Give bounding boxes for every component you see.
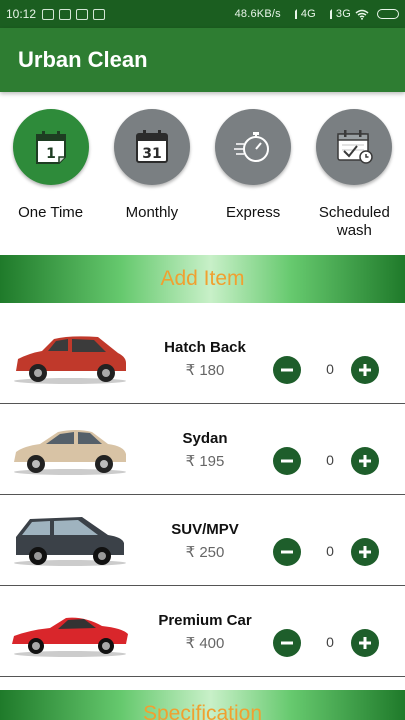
suv-car-icon (14, 517, 126, 566)
notification-icon (93, 8, 106, 20)
increase-button[interactable] (351, 629, 379, 657)
plus-icon (359, 455, 371, 467)
item-info: Sydan ₹ 195 (150, 430, 260, 470)
stopwatch-icon (234, 132, 270, 162)
minus-icon (281, 641, 293, 645)
specification-title: Specification (142, 702, 263, 720)
network-speed: 48.6KB/s (234, 8, 281, 20)
item-premium-car: Premium Car ₹ 400 0 (0, 586, 405, 677)
plan-monthly-button[interactable]: 31 (113, 109, 190, 185)
calendar-31-icon: 31 (135, 130, 168, 163)
item-price: ₹ 250 (185, 544, 225, 561)
notification-icon (76, 8, 89, 20)
minus-icon (281, 459, 293, 463)
item-hatch-back: Hatch Back ₹ 180 0 (0, 313, 405, 404)
item-name: Hatch Back (164, 339, 246, 356)
plus-icon (359, 637, 371, 649)
plan-one-time[interactable]: 1 One Time (0, 92, 101, 255)
signal-icon (320, 9, 332, 19)
plan-selector: 1 One Time 31 Monthly Express Scheduled … (0, 92, 405, 255)
signal-icon (285, 9, 297, 19)
add-item-header: Add Item (0, 255, 405, 303)
calendar-1-icon: 1 (35, 131, 66, 164)
wifi-icon (355, 9, 369, 20)
plan-one-time-button[interactable]: 1 (12, 109, 89, 185)
status-time: 10:12 (6, 7, 37, 21)
plus-icon (359, 364, 371, 376)
network-type-1: 4G (300, 8, 316, 20)
item-quantity: 0 (326, 634, 334, 650)
decrease-button[interactable] (273, 629, 301, 657)
plan-monthly-day: 31 (142, 146, 161, 162)
item-quantity: 0 (326, 543, 334, 559)
hatchback-car-icon (14, 336, 126, 384)
item-suv-mpv: SUV/MPV ₹ 250 0 (0, 495, 405, 586)
plan-monthly[interactable]: 31 Monthly (101, 92, 202, 255)
network-status: 48.6KB/s 4G 3G (235, 8, 399, 20)
sports-car-icon (12, 617, 128, 657)
item-name: SUV/MPV (171, 521, 239, 538)
minus-icon (281, 368, 293, 372)
plus-icon (359, 546, 371, 558)
increase-button[interactable] (351, 447, 379, 475)
item-info: Hatch Back ₹ 180 (150, 339, 260, 379)
app-bar: Urban Clean (0, 28, 405, 92)
item-name: Sydan (182, 430, 228, 447)
notification-icon (42, 8, 55, 20)
status-bar: 10:12 48.6KB/s 4G 3G (0, 0, 405, 28)
increase-button[interactable] (351, 538, 379, 566)
item-quantity: 0 (326, 361, 334, 377)
calendar-check-icon (337, 130, 374, 164)
battery-icon (377, 9, 399, 19)
notification-icon (59, 8, 72, 20)
plan-one-time-day: 1 (46, 146, 56, 162)
plan-express-button[interactable] (215, 109, 292, 185)
plan-one-time-label: One Time (18, 204, 84, 221)
sedan-car-icon (14, 430, 126, 475)
item-price: ₹ 180 (185, 362, 225, 379)
specification-header: Specification (0, 690, 405, 720)
decrease-button[interactable] (273, 447, 301, 475)
plan-monthly-label: Monthly (125, 204, 179, 221)
decrease-button[interactable] (273, 538, 301, 566)
network-type-2: 3G (335, 8, 351, 20)
plan-scheduled-wash-label: Scheduled wash (318, 204, 390, 239)
item-name: Premium Car (158, 612, 252, 629)
item-price: ₹ 195 (185, 453, 225, 470)
plan-scheduled-wash[interactable]: Scheduled wash (304, 92, 405, 255)
minus-icon (281, 550, 293, 554)
increase-button[interactable] (351, 356, 379, 384)
add-item-title: Add Item (160, 267, 245, 290)
plan-express-label: Express (226, 204, 281, 221)
notification-icons (42, 8, 106, 20)
item-price: ₹ 400 (185, 635, 225, 652)
app-title: Urban Clean (18, 47, 148, 72)
item-info: SUV/MPV ₹ 250 (150, 521, 260, 561)
plan-scheduled-wash-button[interactable] (316, 109, 393, 185)
item-sydan: Sydan ₹ 195 0 (0, 404, 405, 495)
item-info: Premium Car ₹ 400 (150, 612, 260, 652)
plan-express[interactable]: Express (203, 92, 304, 255)
decrease-button[interactable] (273, 356, 301, 384)
item-quantity: 0 (326, 452, 334, 468)
